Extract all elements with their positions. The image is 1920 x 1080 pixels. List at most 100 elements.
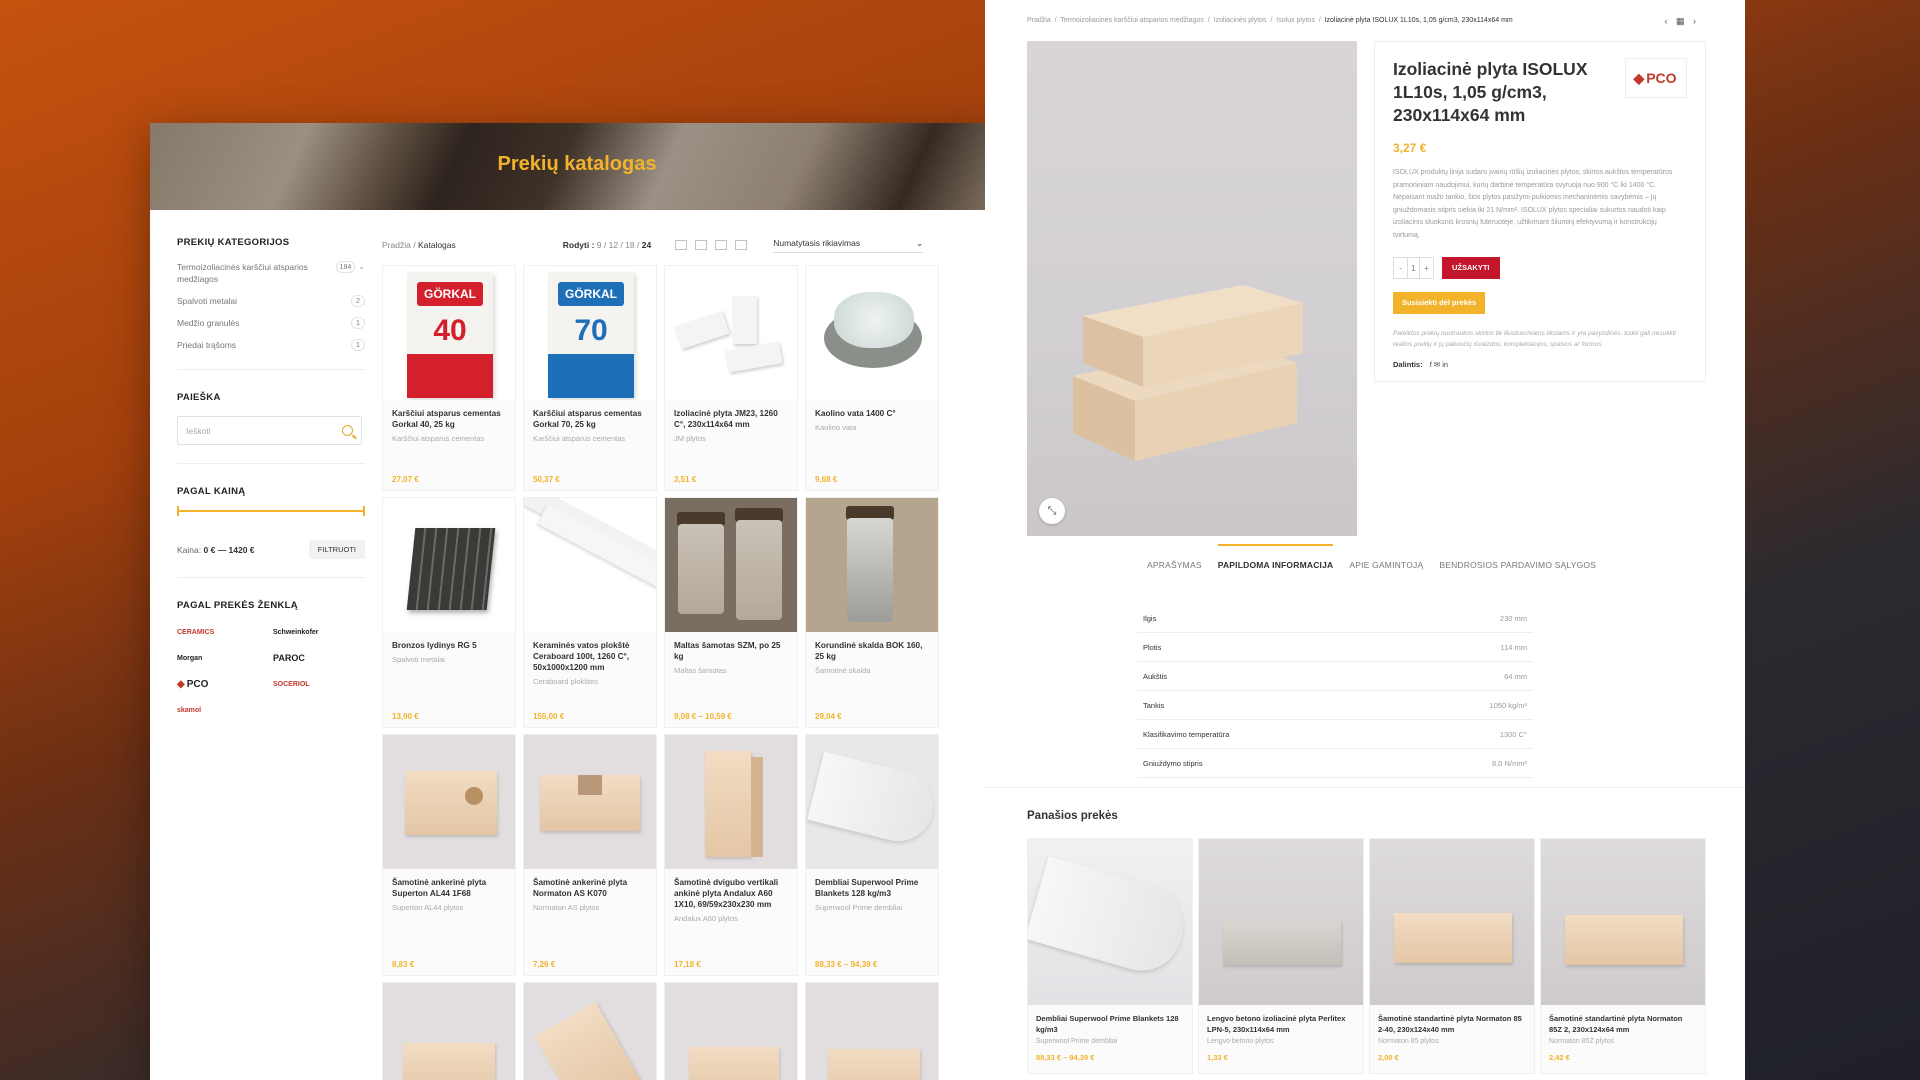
list-view-icon[interactable] [675, 240, 688, 250]
product-category[interactable]: Normaton AS plytos [533, 903, 647, 912]
product-card[interactable]: Bronzos lydinys RG 5 Spalvoti metalai 13… [382, 497, 516, 728]
search-input[interactable]: Ieškoti [177, 416, 362, 445]
qty-plus-button[interactable]: + [1420, 258, 1433, 278]
product-name[interactable]: Šamotinė standartinė plyta Normaton 85 2… [1378, 1013, 1526, 1035]
product-name[interactable]: Dembliai Superwool Prime Blankets 128 kg… [815, 877, 929, 899]
brand-logo[interactable]: PAROC [273, 651, 369, 665]
product-image[interactable] [806, 266, 938, 400]
related-card[interactable]: Lengvo betono izoliacinė plyta Perlitex … [1198, 838, 1364, 1074]
sort-select[interactable]: Numatytasis rikiavimas ⌄ [773, 238, 924, 253]
product-card[interactable]: Šamotinė ankerinė plyta Superton AL44 1F… [382, 734, 516, 976]
per-page-option[interactable]: 18 [625, 240, 634, 250]
product-image[interactable] [1199, 839, 1363, 1005]
product-name[interactable]: Maltas šamotas SZM, po 25 kg [674, 640, 788, 662]
category-label[interactable]: Spalvoti metalai [177, 295, 237, 307]
product-navigation[interactable]: ‹ ▦ › [1665, 16, 1700, 27]
brand-logo[interactable]: Schweinkofer [273, 625, 369, 639]
product-category[interactable]: Spalvoti metalai [392, 655, 506, 664]
product-category[interactable]: Ceraboard plokštės [533, 677, 647, 686]
category-item[interactable]: Priedai trąšoms 1 [177, 339, 365, 351]
product-gallery[interactable]: ⤡ [1027, 41, 1357, 536]
product-image[interactable] [665, 266, 797, 400]
qty-value[interactable]: 1 [1407, 257, 1420, 278]
per-page-option[interactable]: 24 [642, 240, 651, 250]
breadcrumb-home[interactable]: Pradžia [382, 240, 411, 250]
product-name[interactable]: Bronzos lydinys RG 5 [392, 640, 506, 651]
related-card[interactable]: Dembliai Superwool Prime Blankets 128 kg… [1027, 838, 1193, 1074]
product-image[interactable] [1370, 839, 1534, 1005]
category-label[interactable]: Medžio granulės [177, 317, 239, 329]
product-card[interactable]: Keraminės vatos plokštė Ceraboard 100t, … [523, 497, 657, 728]
category-item[interactable]: Medžio granulės 1 [177, 317, 365, 329]
grid-4-view-icon[interactable] [735, 240, 748, 250]
price-slider[interactable] [177, 506, 365, 516]
brand-logo[interactable]: ◆ PCO [177, 677, 273, 691]
zoom-icon[interactable]: ⤡ [1039, 498, 1065, 524]
product-card[interactable]: Dembliai Superwool Prime Blankets 128 kg… [805, 734, 939, 976]
product-card[interactable] [382, 982, 516, 1080]
product-image[interactable] [806, 983, 938, 1080]
product-name[interactable]: Karščiui atsparus cementas Gorkal 70, 25… [533, 408, 647, 430]
product-category[interactable]: Normaton 85 plytos [1378, 1038, 1526, 1045]
product-category[interactable]: Normaton 85Z plytos [1549, 1038, 1697, 1045]
product-name[interactable]: Šamotinė standartinė plyta Normaton 85Z … [1549, 1013, 1697, 1035]
product-image[interactable] [665, 735, 797, 869]
related-card[interactable]: Šamotinė standartinė plyta Normaton 85 2… [1369, 838, 1535, 1074]
category-item[interactable]: Termoizoliacinės karščiui atsparios medž… [177, 261, 365, 285]
product-category[interactable]: Karščiui atsparus cementas [533, 434, 647, 443]
contact-button[interactable]: Susisiekti dėl prekės [1393, 291, 1486, 314]
related-card[interactable]: Šamotinė standartinė plyta Normaton 85Z … [1540, 838, 1706, 1074]
search-icon[interactable] [342, 425, 353, 436]
breadcrumb-item[interactable]: Pradžia [1027, 17, 1051, 24]
grid-2-view-icon[interactable] [695, 240, 708, 250]
product-image[interactable] [383, 498, 515, 632]
tab-terms[interactable]: BENDROSIOS PARDAVIMO SĄLYGOS [1439, 560, 1596, 570]
product-name[interactable]: Keraminės vatos plokštė Ceraboard 100t, … [533, 640, 647, 673]
product-card[interactable]: GÖRKAL 70 Karščiui atsparus cementas Gor… [523, 265, 657, 491]
product-category[interactable]: Lengvo betono plytos [1207, 1038, 1355, 1045]
product-category[interactable]: JM plytos [674, 434, 788, 443]
product-image[interactable]: GÖRKAL 70 [524, 266, 656, 400]
product-name[interactable]: Šamotinė ankerinė plyta Normaton AS K070 [533, 877, 647, 899]
product-image[interactable] [524, 983, 656, 1080]
tab-manufacturer[interactable]: APIE GAMINTOJĄ [1349, 560, 1423, 570]
product-category[interactable]: Maltas šamotas [674, 666, 788, 675]
product-name[interactable]: Lengvo betono izoliacinė plyta Perlitex … [1207, 1013, 1355, 1035]
brand-logo[interactable]: ◆ PCO [1625, 58, 1687, 98]
brand-logo[interactable]: CERAMICS [177, 625, 273, 639]
product-name[interactable]: Šamotinė dvigubo vertikali ankinė plyta … [674, 877, 788, 910]
per-page-option[interactable]: 9 [597, 240, 602, 250]
product-name[interactable]: Dembliai Superwool Prime Blankets 128 kg… [1036, 1013, 1184, 1035]
chevron-down-icon[interactable]: ⌄ [358, 261, 365, 273]
share-icons[interactable]: f ✉ in [1430, 360, 1448, 369]
product-name[interactable]: Izoliacinė plyta JM23, 1260 C°, 230x114x… [674, 408, 788, 430]
product-name[interactable]: Korundinė skalda BOK 160, 25 kg [815, 640, 929, 662]
product-card[interactable]: Izoliacinė plyta JM23, 1260 C°, 230x114x… [664, 265, 798, 491]
breadcrumb-item[interactable]: Termoizoliacinės karščiui atsparios medž… [1060, 17, 1204, 24]
product-card[interactable]: Maltas šamotas SZM, po 25 kg Maltas šamo… [664, 497, 798, 728]
product-image[interactable] [524, 735, 656, 869]
product-card[interactable]: Kaolino vata 1400 C° Kaolino vata 9,68 € [805, 265, 939, 491]
product-image[interactable] [665, 983, 797, 1080]
product-image[interactable] [1541, 839, 1705, 1005]
qty-minus-button[interactable]: - [1394, 258, 1407, 278]
category-label[interactable]: Termoizoliacinės karščiui atsparios medž… [177, 261, 317, 285]
product-image[interactable]: GÖRKAL 40 [383, 266, 515, 400]
product-image[interactable] [383, 983, 515, 1080]
product-image[interactable] [1028, 839, 1192, 1005]
product-category[interactable]: Superwool Prime dembliai [1036, 1038, 1184, 1045]
quantity-stepper[interactable]: - 1 + [1393, 256, 1434, 279]
product-image[interactable] [383, 735, 515, 869]
product-category[interactable]: Kaolino vata [815, 423, 929, 432]
product-card[interactable]: GÖRKAL 40 Karščiui atsparus cementas Gor… [382, 265, 516, 491]
brand-logo[interactable]: skamol [177, 703, 273, 717]
category-item[interactable]: Spalvoti metalai 2 [177, 295, 365, 307]
tab-description[interactable]: APRAŠYMAS [1147, 560, 1202, 570]
product-card[interactable] [523, 982, 657, 1080]
category-label[interactable]: Priedai trąšoms [177, 339, 236, 351]
product-card[interactable]: Šamotinė dvigubo vertikali ankinė plyta … [664, 734, 798, 976]
product-category[interactable]: Karščiui atsparus cementas [392, 434, 506, 443]
filter-button[interactable]: FILTRUOTI [308, 540, 365, 559]
product-card[interactable]: Šamotinė ankerinė plyta Normaton AS K070… [523, 734, 657, 976]
product-card[interactable] [664, 982, 798, 1080]
